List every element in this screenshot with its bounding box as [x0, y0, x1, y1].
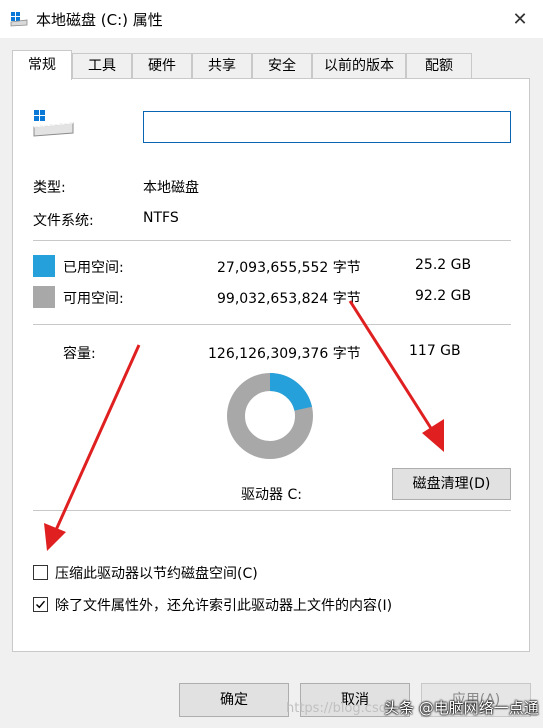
general-panel: 类型: 本地磁盘 文件系统: NTFS 已用空间: 27,093,655,552…	[12, 78, 530, 652]
ok-button[interactable]: 确定	[179, 683, 289, 717]
close-button[interactable]: ✕	[505, 4, 535, 34]
capacity-label: 容量:	[63, 346, 96, 362]
close-icon: ✕	[512, 8, 528, 30]
free-space-label: 可用空间:	[63, 291, 124, 307]
cancel-button[interactable]: 取消	[300, 683, 410, 717]
type-value: 本地磁盘	[143, 180, 199, 196]
free-space-bytes: 99,032,653,824 字节	[217, 291, 361, 307]
used-space-size: 25.2 GB	[415, 257, 472, 273]
separator	[33, 324, 511, 325]
tab-sharing[interactable]: 共享	[192, 53, 252, 79]
tab-general[interactable]: 常规	[12, 50, 72, 80]
used-space-label: 已用空间:	[63, 260, 124, 276]
apply-button[interactable]: 应用(A)	[421, 683, 531, 717]
used-space-swatch	[33, 255, 55, 277]
title-bar: 本地磁盘 (C:) 属性 ✕	[0, 0, 543, 38]
drive-letter-label: 驱动器 C:	[241, 487, 302, 503]
tab-hardware[interactable]: 硬件	[132, 53, 192, 79]
used-space-bytes: 27,093,655,552 字节	[217, 260, 361, 276]
filesystem-label: 文件系统:	[33, 213, 94, 229]
capacity-bytes: 126,126,309,376 字节	[208, 346, 361, 362]
window-title: 本地磁盘 (C:) 属性	[36, 11, 163, 29]
index-label: 除了文件属性外，还允许索引此驱动器上文件的内容(I)	[55, 598, 393, 614]
free-space-size: 92.2 GB	[415, 288, 472, 304]
compress-checkbox[interactable]	[33, 565, 48, 580]
drive-title-icon	[10, 12, 28, 27]
tab-security[interactable]: 安全	[252, 53, 312, 79]
volume-name-input[interactable]	[143, 111, 511, 143]
tab-previous-versions[interactable]: 以前的版本	[312, 53, 406, 79]
type-label: 类型:	[33, 180, 66, 196]
disk-cleanup-button[interactable]: 磁盘清理(D)	[392, 468, 511, 500]
hard-drive-icon	[33, 110, 74, 137]
usage-donut-chart	[227, 373, 313, 459]
index-checkbox[interactable]	[33, 597, 48, 612]
separator	[33, 510, 511, 511]
free-space-swatch	[33, 286, 55, 308]
filesystem-value: NTFS	[143, 210, 179, 226]
tab-tools[interactable]: 工具	[72, 53, 132, 79]
check-icon	[36, 600, 46, 609]
tab-quota[interactable]: 配额	[406, 53, 472, 79]
capacity-size: 117 GB	[409, 343, 461, 359]
separator	[33, 240, 511, 241]
compress-label: 压缩此驱动器以节约磁盘空间(C)	[55, 566, 258, 582]
